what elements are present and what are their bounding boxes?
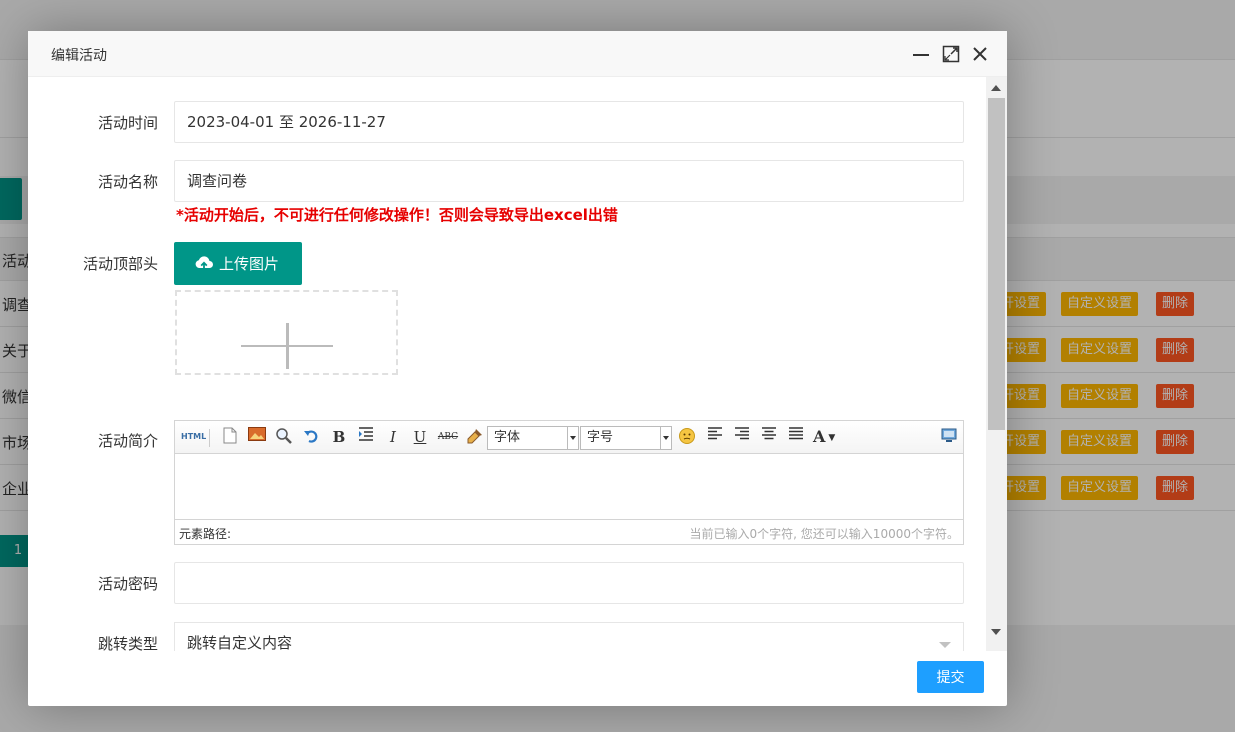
- activity-name-input[interactable]: 调查问卷: [174, 160, 964, 202]
- dialog-footer: 提交: [28, 651, 1007, 706]
- close-icon[interactable]: [971, 45, 989, 63]
- chevron-down-icon: [567, 427, 578, 449]
- html-icon[interactable]: HTML: [181, 427, 206, 447]
- font-family-value: 字体: [494, 430, 521, 445]
- bold-icon[interactable]: B: [329, 427, 349, 447]
- password-label: 活动密码: [97, 575, 158, 593]
- font-size-value: 字号: [587, 430, 614, 445]
- italic-icon[interactable]: I: [383, 427, 403, 447]
- new-doc-icon[interactable]: [220, 427, 240, 447]
- rich-text-editor: HTML B I U ABC 字体 字号 A ▼ 元素路径: 当前已输入0个字符…: [174, 420, 964, 545]
- scroll-down-icon[interactable]: [991, 629, 1001, 635]
- editor-status-bar: 元素路径: 当前已输入0个字符, 您还可以输入10000个字符。: [175, 519, 963, 544]
- align-left-icon[interactable]: [705, 427, 725, 447]
- format-brush-icon[interactable]: [465, 427, 485, 447]
- dialog-scrollbar[interactable]: [986, 77, 1007, 651]
- dialog-title-bar: 编辑活动: [28, 31, 1007, 77]
- image-icon[interactable]: [247, 427, 267, 447]
- header-image-label: 活动顶部头: [82, 255, 158, 273]
- underline-icon[interactable]: U: [410, 427, 430, 447]
- editor-toolbar: HTML B I U ABC 字体 字号 A ▼: [175, 421, 963, 454]
- justify-icon[interactable]: [786, 427, 806, 447]
- intro-label: 活动简介: [97, 432, 158, 450]
- maximize-icon[interactable]: [942, 45, 960, 63]
- chevron-down-icon: [660, 427, 671, 449]
- time-range-input[interactable]: 2023-04-01 至 2026-11-27: [174, 101, 964, 143]
- chevron-down-icon: [939, 642, 951, 648]
- indent-icon[interactable]: [356, 427, 376, 447]
- submit-button[interactable]: 提交: [917, 661, 984, 693]
- font-color-icon[interactable]: A ▼: [813, 427, 845, 447]
- scroll-up-icon[interactable]: [991, 85, 1001, 91]
- scroll-thumb[interactable]: [988, 98, 1005, 430]
- edit-activity-dialog: 编辑活动 活动时间 2023-04-01 至 2026-11-27 活动名称 调…: [28, 31, 1007, 706]
- image-upload-area[interactable]: [175, 290, 398, 375]
- name-label: 活动名称: [97, 173, 158, 191]
- upload-button-label: 上传图片: [219, 255, 280, 273]
- preview-icon[interactable]: [939, 427, 959, 447]
- password-input[interactable]: [174, 562, 964, 604]
- time-label: 活动时间: [97, 114, 158, 132]
- font-family-select[interactable]: 字体: [487, 426, 579, 450]
- jump-type-label: 跳转类型: [97, 635, 158, 651]
- cloud-upload-icon: [194, 254, 214, 272]
- plus-icon-vertical: [286, 323, 289, 369]
- warning-text: *活动开始后，不可进行任何修改操作！否则会导致导出excel出错: [176, 206, 618, 224]
- toolbar-divider: [209, 429, 210, 447]
- strikethrough-icon[interactable]: ABC: [437, 427, 459, 447]
- jump-type-value: 跳转自定义内容: [187, 634, 293, 651]
- font-size-select[interactable]: 字号: [580, 426, 672, 450]
- jump-type-select[interactable]: 跳转自定义内容: [174, 622, 964, 651]
- editor-content-area[interactable]: [175, 455, 963, 519]
- undo-icon[interactable]: [301, 427, 321, 447]
- char-count-text: 当前已输入0个字符, 您还可以输入10000个字符。: [689, 527, 959, 541]
- element-path-label: 元素路径:: [179, 527, 232, 541]
- upload-image-button[interactable]: 上传图片: [174, 242, 302, 285]
- align-center-icon[interactable]: [759, 427, 779, 447]
- dialog-title: 编辑活动: [51, 48, 107, 64]
- minimize-icon[interactable]: [912, 45, 930, 63]
- align-right-icon[interactable]: [732, 427, 752, 447]
- emoticon-icon[interactable]: [677, 427, 697, 447]
- find-icon[interactable]: [274, 427, 294, 447]
- dialog-body: 活动时间 2023-04-01 至 2026-11-27 活动名称 调查问卷 *…: [28, 77, 1007, 651]
